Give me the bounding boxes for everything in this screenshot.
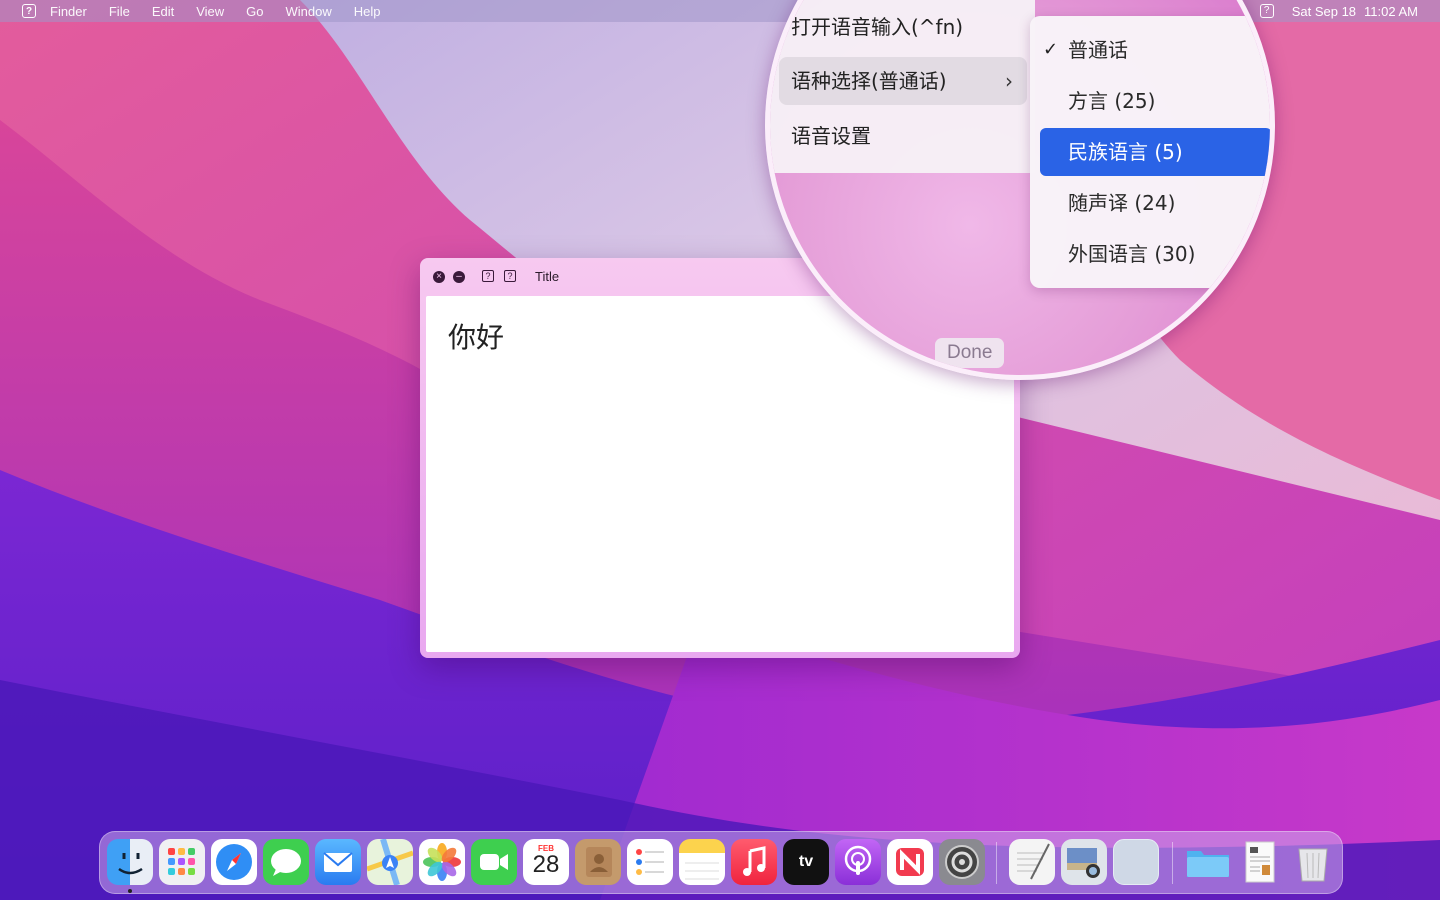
submenu-item-mandarin[interactable]: ✓ 普通话	[1040, 26, 1270, 74]
dock-separator	[1172, 842, 1173, 884]
dictation-menu: 打开语音输入(^fn) 语种选择(普通话) › 语音设置	[770, 0, 1035, 173]
system-preferences-icon[interactable]	[939, 839, 985, 885]
submenu-item-label: 方言 (25)	[1068, 89, 1156, 113]
help-square-icon[interactable]: ?	[482, 270, 494, 282]
checkmark-icon: ✓	[1043, 39, 1059, 60]
submenu-item-label: 普通话	[1068, 38, 1128, 62]
menubar-status-area: ? Sat Sep 18 11:02 AM	[1259, 0, 1418, 22]
dock: FEB 28 tv	[99, 831, 1343, 894]
clock-date[interactable]: Sat Sep 18	[1292, 4, 1356, 19]
clock-time[interactable]: 11:02 AM	[1364, 4, 1418, 19]
language-submenu: ✓ 普通话 方言 (25) 民族语言 (5) 随声译 (24) 外国语言 (30…	[1030, 16, 1270, 288]
launchpad-icon[interactable]	[159, 839, 205, 885]
blank-app-icon[interactable]	[1113, 839, 1159, 885]
submenu-item-foreign-languages[interactable]: 外国语言 (30)	[1040, 230, 1270, 278]
calendar-icon[interactable]: FEB 28	[523, 839, 569, 885]
facetime-icon[interactable]	[471, 839, 517, 885]
submenu-item-label: 随声译 (24)	[1068, 191, 1176, 215]
chevron-right-icon: ›	[1005, 69, 1013, 93]
apple-tv-icon[interactable]: tv	[783, 839, 829, 885]
help-square-icon[interactable]: ?	[504, 270, 516, 282]
menu-window[interactable]: Window	[286, 4, 332, 19]
music-icon[interactable]	[731, 839, 777, 885]
document-icon[interactable]	[1238, 839, 1284, 885]
menu-go[interactable]: Go	[246, 4, 263, 19]
submenu-item-label: 外国语言 (30)	[1068, 242, 1196, 266]
running-indicator	[128, 889, 132, 893]
minimize-icon[interactable]: –	[453, 271, 465, 283]
menu-item-language-select[interactable]: 语种选择(普通话) ›	[779, 57, 1027, 105]
done-button[interactable]: Done	[935, 338, 1005, 368]
notes-icon[interactable]	[679, 839, 725, 885]
folder-icon[interactable]	[1185, 839, 1231, 885]
submenu-item-ethnic-languages[interactable]: 民族语言 (5)	[1040, 128, 1270, 176]
safari-icon[interactable]	[211, 839, 257, 885]
contacts-icon[interactable]	[575, 839, 621, 885]
magnifier-lens: Done 打开语音输入(^fn) 语种选择(普通话) › 语音设置 ✓ 普通话 …	[765, 0, 1275, 380]
menu-item-dictation-settings[interactable]: 语音设置	[779, 112, 1027, 160]
trash-icon[interactable]	[1290, 839, 1336, 885]
help-square-icon[interactable]: ?	[22, 4, 36, 18]
submenu-item-dialects[interactable]: 方言 (25)	[1040, 77, 1270, 125]
mail-icon[interactable]	[315, 839, 361, 885]
menu-edit[interactable]: Edit	[152, 4, 174, 19]
menu-finder[interactable]: Finder	[50, 4, 87, 19]
maps-icon[interactable]	[367, 839, 413, 885]
reminders-icon[interactable]	[627, 839, 673, 885]
menu-item-label: 语种选择(普通话)	[791, 69, 947, 93]
menu-help[interactable]: Help	[354, 4, 381, 19]
preview-icon[interactable]	[1061, 839, 1107, 885]
finder-icon[interactable]	[107, 839, 153, 885]
calendar-day: 28	[532, 851, 560, 878]
news-icon[interactable]	[887, 839, 933, 885]
tv-label: tv	[798, 853, 814, 870]
submenu-item-label: 民族语言 (5)	[1068, 140, 1183, 164]
menu-view[interactable]: View	[196, 4, 224, 19]
photos-icon[interactable]	[419, 839, 465, 885]
close-icon[interactable]: ×	[433, 271, 445, 283]
window-title: Title	[535, 269, 560, 284]
menu-file[interactable]: File	[109, 4, 130, 19]
textedit-icon[interactable]	[1009, 839, 1055, 885]
menu-item-label: 打开语音输入(^fn)	[791, 15, 964, 39]
text-content: 你好	[448, 321, 505, 354]
messages-icon[interactable]	[263, 839, 309, 885]
menu-item-label: 语音设置	[791, 124, 871, 148]
menu-item-open-dictation[interactable]: 打开语音输入(^fn)	[779, 3, 1027, 51]
dock-separator	[996, 842, 997, 884]
submenu-item-live-translate[interactable]: 随声译 (24)	[1040, 179, 1270, 227]
podcasts-icon[interactable]	[835, 839, 881, 885]
